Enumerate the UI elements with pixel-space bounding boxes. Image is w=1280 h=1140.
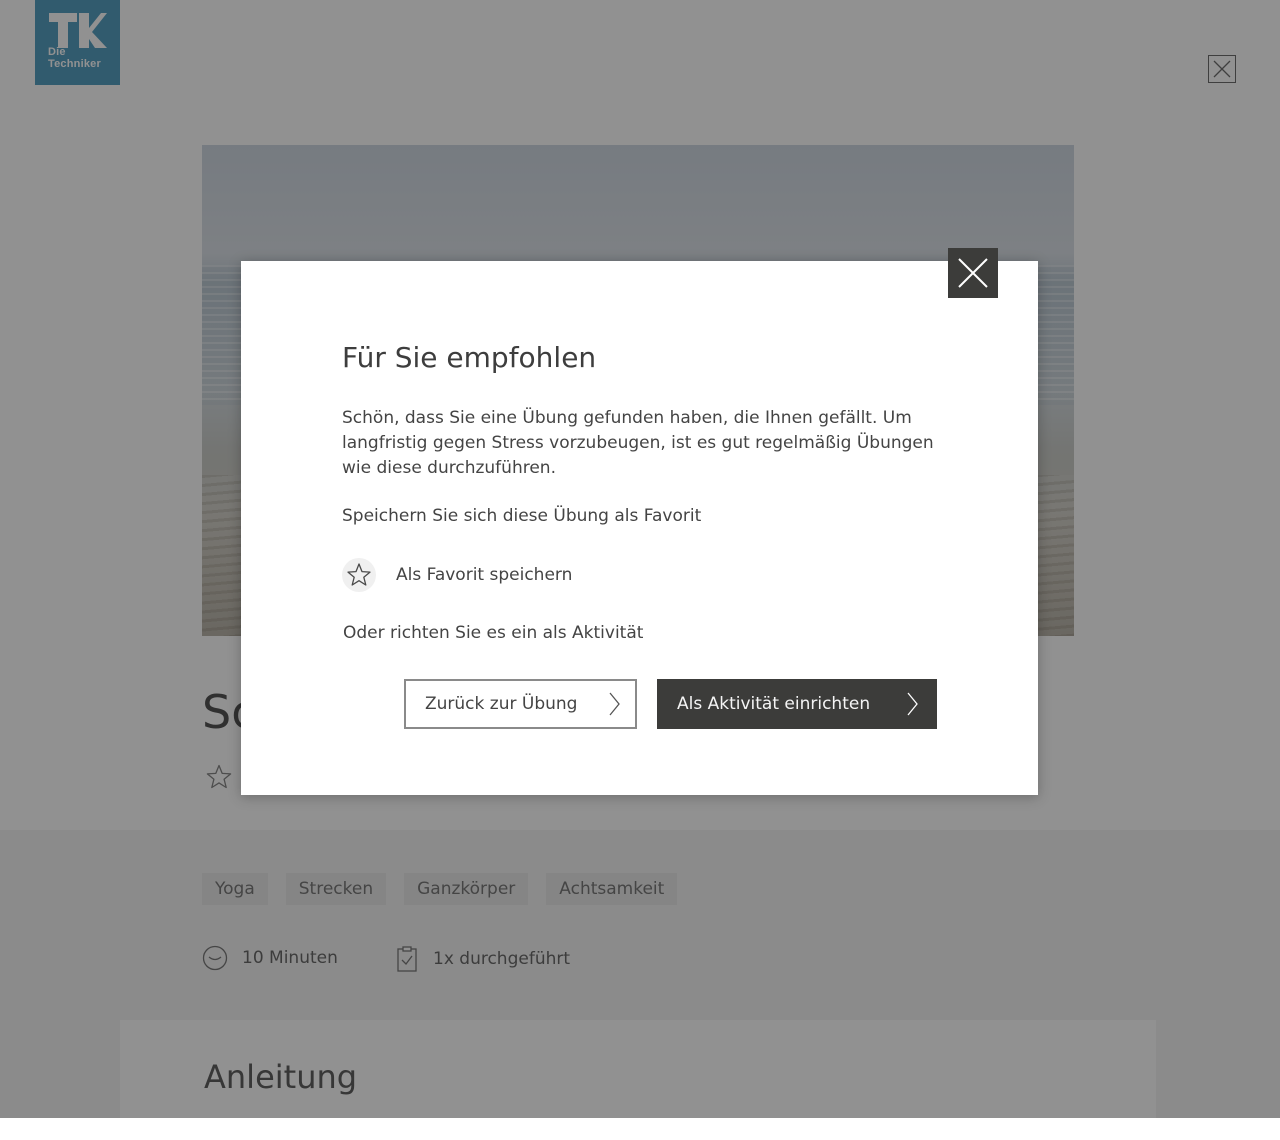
save-favorite-button[interactable] — [342, 558, 376, 592]
dialog-close-button[interactable] — [948, 248, 998, 298]
star-icon — [347, 563, 371, 586]
favorite-prompt: Speichern Sie sich diese Übung als Favor… — [342, 506, 702, 526]
back-to-exercise-label: Zurück zur Übung — [425, 694, 578, 714]
save-favorite-label[interactable]: Als Favorit speichern — [396, 565, 572, 585]
dialog-description: Schön, dass Sie eine Übung gefunden habe… — [342, 408, 934, 478]
save-favorite-row[interactable]: Als Favorit speichern — [342, 558, 572, 592]
back-to-exercise-button[interactable]: Zurück zur Übung — [404, 679, 637, 729]
chevron-right-icon — [907, 692, 918, 716]
activity-prompt: Oder richten Sie es ein als Aktivität — [343, 623, 644, 643]
set-up-activity-button[interactable]: Als Aktivität einrichten — [657, 679, 937, 729]
chevron-right-icon — [609, 692, 620, 716]
dialog-title: Für Sie empfohlen — [342, 341, 597, 374]
set-up-activity-label: Als Aktivität einrichten — [677, 694, 871, 714]
recommendation-dialog: Für Sie empfohlen Schön, dass Sie eine Ü… — [241, 248, 1038, 795]
close-icon — [958, 258, 988, 288]
